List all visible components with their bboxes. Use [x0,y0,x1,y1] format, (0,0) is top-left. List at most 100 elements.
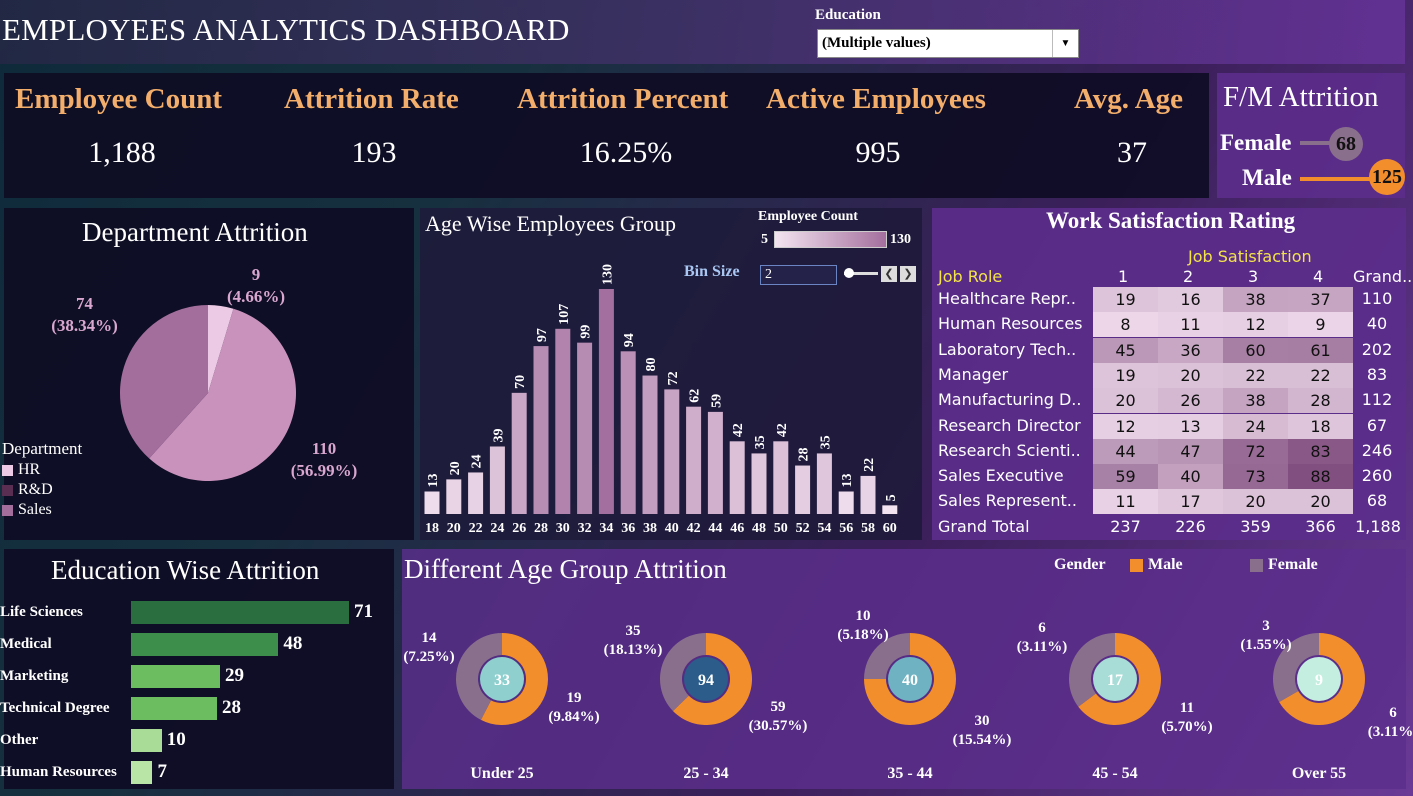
age-bar[interactable] [773,441,789,514]
table-cell[interactable]: 83 [1288,438,1353,464]
age-bar[interactable] [489,446,505,515]
table-cell[interactable]: 18 [1288,413,1353,439]
table-cell[interactable]: 37 [1288,287,1353,312]
table-cell[interactable]: 61 [1288,337,1353,363]
donut-female-pct: (3.11%) [1016,639,1068,655]
table-cell[interactable]: 88 [1288,464,1353,490]
table-cell[interactable]: 20 [1223,489,1288,515]
age-bar[interactable] [598,289,614,514]
table-cell[interactable]: 38 [1223,287,1288,312]
legend-item-rnd[interactable]: R&D [2,481,53,499]
legend-label-rnd: R&D [18,481,53,498]
table-row-label[interactable]: Sales Executive [938,466,1064,485]
table-row-label[interactable]: Sales Represent.. [938,491,1077,510]
table-cell[interactable]: 17 [1158,489,1223,515]
female-lollipop-dot[interactable]: 68 [1329,127,1363,161]
table-row-label[interactable]: Laboratory Tech.. [938,340,1076,359]
age-bar[interactable] [664,389,680,514]
age-bar[interactable] [729,441,745,514]
education-bar[interactable] [131,665,221,688]
education-bar[interactable] [131,601,349,624]
table-cell[interactable]: 59 [1093,464,1158,490]
table-row-label[interactable]: Manufacturing D.. [938,390,1081,409]
age-bar-label: 35 [753,435,768,449]
chevron-down-icon[interactable]: ▼ [1052,30,1078,57]
table-row-label[interactable]: Human Resources [938,314,1083,333]
table-cell[interactable]: 22 [1223,362,1288,388]
education-filter-dropdown[interactable]: (Multiple values) ▼ [817,29,1079,58]
table-cell[interactable]: 36 [1158,337,1223,363]
table-cell[interactable]: 24 [1223,413,1288,439]
table-cell[interactable]: 28 [1288,388,1353,414]
table-row-label[interactable]: Manager [938,365,1008,384]
education-bar-label: Other [0,732,39,748]
education-bar[interactable] [131,697,217,720]
table-cell[interactable]: 20 [1288,489,1353,515]
table-cell[interactable]: 12 [1223,312,1288,338]
table-cell[interactable]: 60 [1223,337,1288,363]
table-cell[interactable]: 12 [1093,413,1158,439]
table-cell[interactable]: 8 [1093,312,1158,338]
education-bar[interactable] [131,761,153,784]
age-bar-label: 5 [884,494,899,501]
age-bar[interactable] [707,411,723,514]
age-bar[interactable] [838,491,854,515]
row-grand-total: 246 [1361,440,1393,460]
table-cell[interactable]: 19 [1093,362,1158,388]
donut-label-female: 35 (18.13%) [598,622,668,660]
education-attrition-title: Education Wise Attrition [51,555,320,585]
table-cell[interactable]: 22 [1288,362,1353,388]
fm-attrition-title: F/M Attrition [1223,81,1379,113]
age-bar[interactable] [882,505,898,514]
age-bar[interactable] [555,328,571,514]
table-cell[interactable]: 11 [1093,489,1158,515]
table-cell[interactable]: 20 [1093,388,1158,414]
pie-label-hr-pct: (4.66%) [226,287,286,306]
table-cell[interactable]: 38 [1223,388,1288,414]
age-bar[interactable] [860,475,876,514]
legend-item-hr[interactable]: HR [2,461,40,479]
legend-item-sales[interactable]: Sales [2,501,52,519]
age-bar[interactable] [446,479,462,514]
age-bar[interactable] [577,342,593,514]
table-row-label[interactable]: Research Scienti.. [938,441,1081,460]
donut-male-pct: (9.84%) [548,709,600,725]
table-cell[interactable]: 26 [1158,388,1223,414]
education-bar[interactable] [131,633,279,656]
age-bar[interactable] [751,453,767,514]
age-bar[interactable] [620,351,636,514]
table-row-label[interactable]: Healthcare Repr.. [938,289,1076,308]
age-bar[interactable] [424,491,440,515]
age-tick-label: 32 [578,521,592,536]
table-cell[interactable]: 47 [1158,438,1223,464]
table-cell[interactable]: 73 [1223,464,1288,490]
age-bar[interactable] [816,453,832,514]
pie-label-rnd-count: 110 [311,439,337,458]
age-bar[interactable] [642,375,658,514]
table-cell[interactable]: 16 [1158,287,1223,312]
donut-male-pct: (3.11%) [1367,724,1413,740]
pie-label-hr: 9 (4.66%) [216,264,296,308]
table-cell[interactable]: 11 [1158,312,1223,338]
education-bar[interactable] [131,729,162,752]
age-bar-label: 70 [513,375,528,389]
table-row-label[interactable]: Research Director [938,416,1081,435]
table-cell[interactable]: 44 [1093,438,1158,464]
education-bar-value: 48 [283,633,303,654]
age-bar[interactable] [795,465,811,514]
age-bar[interactable] [511,392,527,514]
table-cell[interactable]: 72 [1223,438,1288,464]
age-bar-label: 130 [600,264,615,285]
table-cell[interactable]: 19 [1093,287,1158,312]
table-cell[interactable]: 45 [1093,337,1158,363]
age-bar[interactable] [686,406,702,514]
table-cell[interactable]: 13 [1158,413,1223,439]
table-cell[interactable]: 20 [1158,362,1223,388]
age-bar[interactable] [533,346,549,514]
age-bar[interactable] [468,472,484,514]
male-lollipop-dot[interactable]: 125 [1369,159,1405,195]
donut-group-name: 25 - 34 [683,765,729,782]
row-grand-total: 202 [1361,339,1393,359]
table-cell[interactable]: 40 [1158,464,1223,490]
table-cell[interactable]: 9 [1288,312,1353,338]
